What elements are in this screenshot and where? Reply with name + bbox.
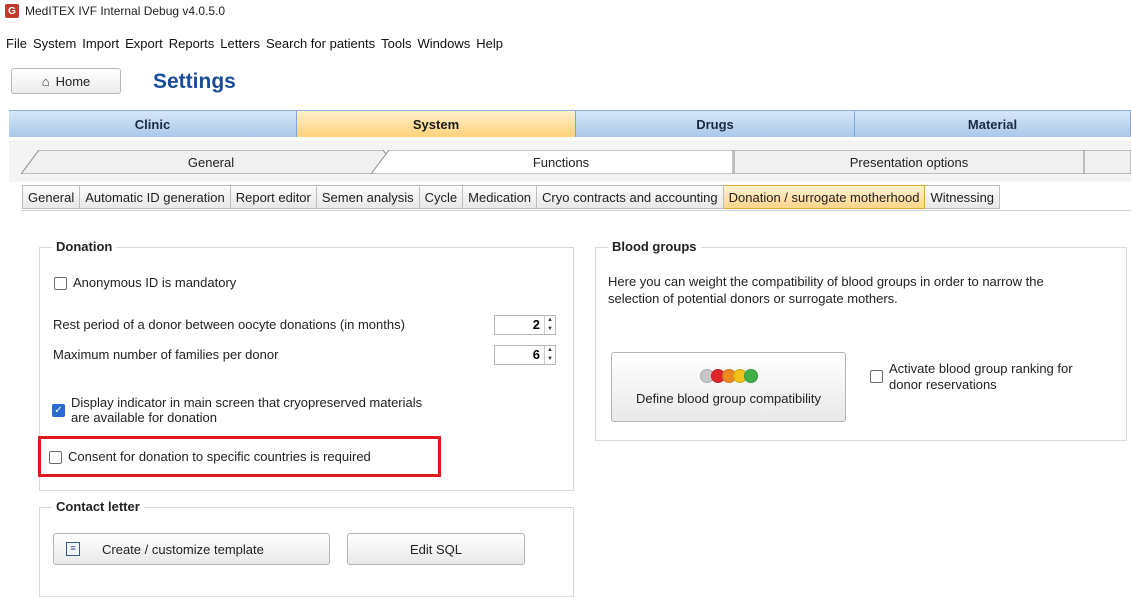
define-blood-group-label: Define blood group compatibility [636, 390, 821, 406]
window-title: MedITEX IVF Internal Debug v4.0.5.0 [25, 4, 226, 18]
sub-tab-bar: General Functions Presentation options [9, 140, 1131, 182]
consent-checkbox-row[interactable]: Consent for donation to specific countri… [49, 449, 371, 464]
max-families-label: Maximum number of families per donor [53, 347, 279, 362]
anonymous-id-checkbox[interactable] [54, 277, 67, 290]
subtab-presentation-label: Presentation options [849, 154, 969, 170]
rest-period-value: 2 [532, 317, 540, 332]
donation-legend: Donation [52, 239, 117, 254]
tab-report-editor[interactable]: Report editor [230, 185, 317, 209]
settings-content: Donation Anonymous ID is mandatory Rest … [22, 210, 1131, 597]
tab-drugs[interactable]: Drugs [576, 111, 855, 137]
display-indicator-label: Display indicator in main screen that cr… [71, 395, 422, 425]
consent-label: Consent for donation to specific countri… [68, 449, 371, 464]
home-button[interactable]: ⌂ Home [11, 68, 121, 94]
contact-letter-legend: Contact letter [52, 499, 144, 514]
edit-sql-button[interactable]: Edit SQL [347, 533, 525, 565]
menu-help[interactable]: Help [476, 36, 503, 51]
menu-import[interactable]: Import [82, 36, 119, 51]
blood-groups-description-line-1: Here you can weight the compatibility of… [608, 274, 1044, 289]
anonymous-id-checkbox-row[interactable]: Anonymous ID is mandatory [54, 275, 236, 290]
app-logo-icon: G [5, 4, 19, 18]
tab-cycle[interactable]: Cycle [419, 185, 464, 209]
rest-period-label: Rest period of a donor between oocyte do… [53, 317, 405, 332]
menu-system[interactable]: System [33, 36, 76, 51]
chevron-up-icon[interactable]: ▲ [545, 346, 555, 355]
subtab-presentation[interactable]: Presentation options [734, 150, 1084, 174]
anonymous-id-label: Anonymous ID is mandatory [73, 275, 237, 290]
tab-system[interactable]: System [297, 111, 576, 137]
define-blood-group-button[interactable]: Define blood group compatibility [611, 352, 846, 422]
tab-cryo-contracts[interactable]: Cryo contracts and accounting [537, 185, 724, 209]
subtab-general-label: General [187, 154, 235, 170]
activate-ranking-checkbox-row[interactable]: Activate blood group ranking for donor r… [870, 361, 1073, 393]
tab-donation-surrogate[interactable]: Donation / surrogate motherhood [723, 185, 926, 209]
menu-windows[interactable]: Windows [417, 36, 470, 51]
blood-groups-legend: Blood groups [608, 239, 701, 254]
title-bar: G MedITEX IVF Internal Debug v4.0.5.0 [0, 0, 1131, 22]
display-indicator-line-2: are available for donation [71, 410, 217, 425]
menu-bar: File System Import Export Reports Letter… [0, 33, 503, 53]
create-template-label: Create / customize template [102, 541, 264, 557]
display-indicator-line-1: Display indicator in main screen that cr… [71, 395, 423, 410]
subtab-general[interactable]: General [21, 150, 401, 174]
blood-groups-description-line-2: selection of potential donors or surroga… [608, 291, 898, 306]
menu-export[interactable]: Export [125, 36, 163, 51]
blood-group-dot [743, 368, 758, 383]
home-icon: ⌂ [41, 73, 50, 89]
tab-general-settings[interactable]: General [22, 185, 81, 209]
menu-letters[interactable]: Letters [220, 36, 260, 51]
menu-tools[interactable]: Tools [381, 36, 411, 51]
edit-sql-label: Edit SQL [409, 541, 463, 557]
blood-group-dots-icon [699, 368, 758, 383]
blood-groups-description: Here you can weight the compatibility of… [608, 273, 1044, 307]
activate-ranking-line-2: donor reservations [889, 377, 997, 392]
create-template-button[interactable]: ≡ Create / customize template [53, 533, 330, 565]
activate-ranking-checkbox[interactable] [870, 370, 883, 383]
tab-witnessing[interactable]: Witnessing [925, 185, 1001, 209]
page-title: Settings [153, 70, 236, 93]
subtab-functions[interactable]: Functions [371, 150, 751, 174]
consent-checkbox[interactable] [49, 451, 62, 464]
menu-reports[interactable]: Reports [169, 36, 215, 51]
chevron-down-icon[interactable]: ▼ [545, 325, 555, 334]
max-families-value: 6 [532, 347, 540, 362]
chevron-up-icon[interactable]: ▲ [545, 316, 555, 325]
activate-ranking-line-1: Activate blood group ranking for [889, 361, 1073, 376]
tab-material[interactable]: Material [855, 111, 1131, 137]
third-tab-bar: General Automatic ID generation Report e… [22, 185, 1001, 209]
max-families-arrows[interactable]: ▲ ▼ [544, 346, 555, 364]
menu-file[interactable]: File [6, 36, 27, 51]
main-tab-bar: Clinic System Drugs Material [9, 110, 1131, 137]
subtab-functions-label: Functions [532, 154, 590, 170]
subtab-more[interactable] [1084, 150, 1131, 174]
display-indicator-checkbox[interactable]: ✓ [52, 404, 65, 417]
activate-ranking-label: Activate blood group ranking for donor r… [889, 361, 1073, 393]
max-families-stepper[interactable]: 6 ▲ ▼ [494, 345, 556, 365]
tab-clinic[interactable]: Clinic [9, 111, 297, 137]
tab-automatic-id[interactable]: Automatic ID generation [80, 185, 231, 209]
template-icon: ≡ [66, 542, 80, 556]
tab-medication[interactable]: Medication [463, 185, 538, 209]
rest-period-arrows[interactable]: ▲ ▼ [544, 316, 555, 334]
display-indicator-checkbox-row[interactable]: ✓ Display indicator in main screen that … [52, 395, 422, 425]
menu-search-patients[interactable]: Search for patients [266, 36, 375, 51]
chevron-down-icon[interactable]: ▼ [545, 355, 555, 364]
home-button-label: Home [55, 73, 91, 89]
tab-semen-analysis[interactable]: Semen analysis [316, 185, 420, 209]
rest-period-stepper[interactable]: 2 ▲ ▼ [494, 315, 556, 335]
